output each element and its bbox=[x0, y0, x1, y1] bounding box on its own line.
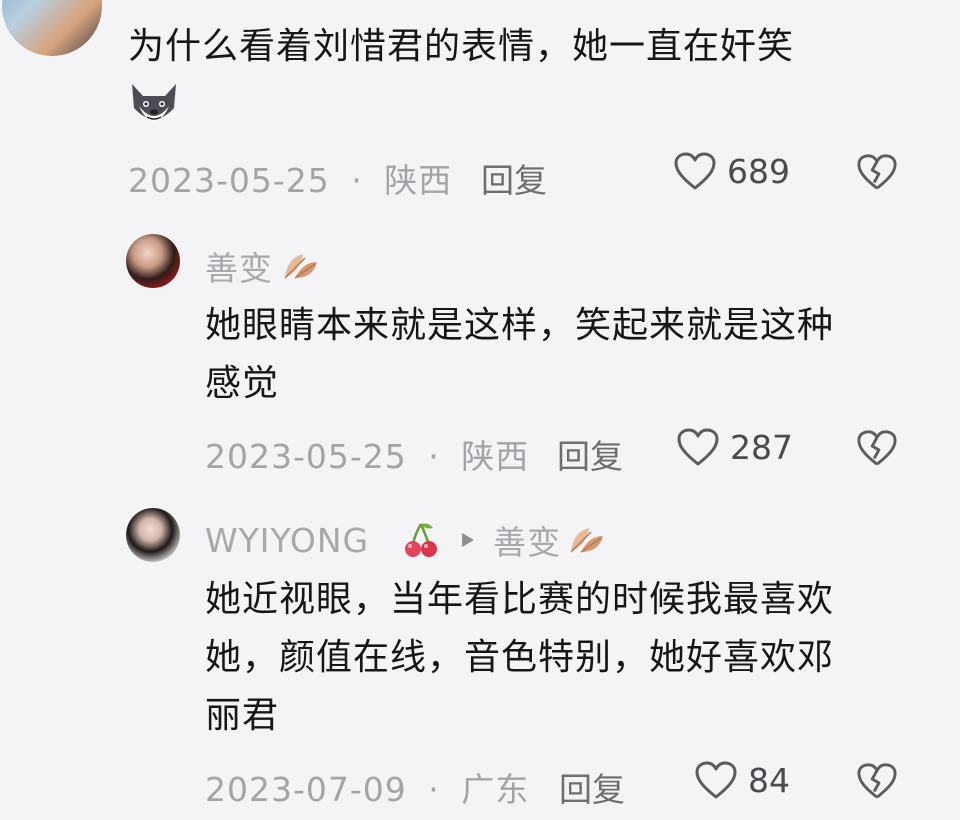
like-button[interactable]: 689 bbox=[673, 151, 790, 191]
reply-to-username[interactable]: 善变 bbox=[493, 516, 561, 564]
heart-outline-icon bbox=[673, 151, 717, 191]
comment-text: 她眼睛本来就是这样，笑起来就是这种 感觉 bbox=[205, 297, 834, 413]
comment-text-line: 感觉 bbox=[205, 363, 280, 404]
comment-text-line: 她眼睛本来就是这样，笑起来就是这种 bbox=[205, 305, 835, 346]
wolf-face-emoji-icon bbox=[127, 80, 181, 128]
meta-separator: · bbox=[428, 770, 440, 809]
like-count: 689 bbox=[727, 151, 790, 191]
comment-text: 她近视眼，当年看比赛的时候我最喜欢 她，颜值在线，音色特别，她好喜欢邓 丽君 bbox=[205, 571, 834, 745]
comment-meta: 2023-07-09 · 广东 bbox=[205, 763, 529, 811]
like-count: 84 bbox=[748, 760, 790, 800]
comment-location: 广东 bbox=[461, 770, 530, 809]
comment-text-line: 她，颜值在线，音色特别，她好喜欢邓 bbox=[205, 637, 835, 678]
avatar[interactable] bbox=[126, 234, 180, 288]
comment-location: 陕西 bbox=[384, 161, 453, 200]
dislike-broken-heart-icon[interactable] bbox=[856, 428, 898, 468]
avatar[interactable] bbox=[126, 508, 180, 562]
reply-user-row: WYIYONG 善变 bbox=[205, 516, 607, 564]
comment-text-line: 丽君 bbox=[205, 695, 280, 736]
reply-user-row: 善变 bbox=[205, 242, 321, 290]
dislike-broken-heart-icon[interactable] bbox=[856, 761, 898, 801]
like-count: 287 bbox=[730, 427, 793, 467]
comment-date: 2023-05-25 bbox=[205, 437, 407, 476]
reply-button[interactable]: 回复 bbox=[559, 763, 625, 811]
comment-date: 2023-07-09 bbox=[205, 770, 407, 809]
comment-meta: 2023-05-25 · 陕西 bbox=[205, 430, 529, 478]
comment-text: 为什么看着刘惜君的表情，她一直在奸笑 bbox=[128, 26, 795, 67]
heart-outline-icon bbox=[694, 760, 738, 800]
username[interactable]: WYIYONG bbox=[205, 521, 369, 560]
cherry-icon bbox=[403, 520, 439, 560]
comment-meta: 2023-05-25 · 陕西 bbox=[128, 154, 452, 202]
heart-outline-icon bbox=[676, 427, 720, 467]
leaf-icon bbox=[281, 248, 321, 284]
comment-location: 陕西 bbox=[461, 437, 530, 476]
avatar[interactable] bbox=[2, 0, 102, 56]
meta-separator: · bbox=[428, 437, 440, 476]
reply-arrow-icon bbox=[459, 530, 477, 550]
dislike-broken-heart-icon[interactable] bbox=[856, 152, 898, 192]
like-button[interactable]: 84 bbox=[694, 760, 790, 800]
meta-separator: · bbox=[351, 161, 363, 200]
username[interactable]: 善变 bbox=[205, 242, 273, 290]
reply-button[interactable]: 回复 bbox=[557, 430, 623, 478]
comment-date: 2023-05-25 bbox=[128, 161, 330, 200]
reply-button[interactable]: 回复 bbox=[481, 154, 547, 202]
leaf-icon bbox=[567, 522, 607, 558]
like-button[interactable]: 287 bbox=[676, 427, 793, 467]
comment-text-line: 她近视眼，当年看比赛的时候我最喜欢 bbox=[205, 579, 835, 620]
